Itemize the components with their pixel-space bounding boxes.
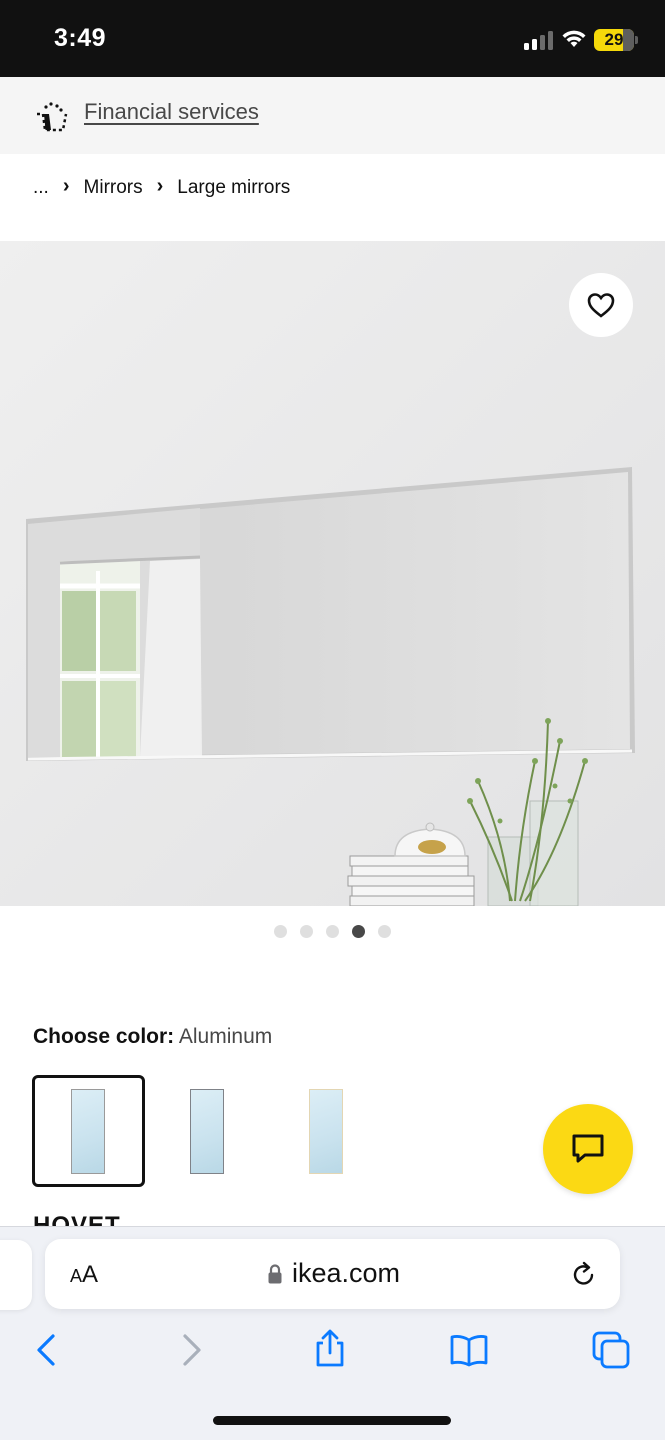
chat-button[interactable] xyxy=(543,1104,633,1194)
url-text[interactable]: ikea.com xyxy=(292,1258,400,1289)
carousel-dot[interactable] xyxy=(300,925,313,938)
swatch-mirror-image xyxy=(190,1089,224,1174)
status-time: 3:49 xyxy=(54,24,107,52)
carousel-dot[interactable] xyxy=(274,925,287,938)
wifi-icon xyxy=(562,30,586,47)
chevron-right-icon: › xyxy=(62,175,70,197)
breadcrumb-ellipsis[interactable]: ... xyxy=(33,177,49,199)
lock-icon xyxy=(268,1264,282,1284)
swatch-mirror-image xyxy=(309,1089,343,1174)
text-size-large: A xyxy=(82,1261,99,1288)
color-swatches xyxy=(32,1075,389,1187)
bookmarks-icon[interactable] xyxy=(449,1330,489,1370)
back-icon[interactable] xyxy=(28,1330,68,1370)
carousel-dot[interactable] xyxy=(378,925,391,938)
battery-level: 29 xyxy=(604,30,624,49)
product-image[interactable] xyxy=(0,241,665,906)
swatch-aluminum[interactable] xyxy=(32,1075,145,1187)
share-icon[interactable] xyxy=(310,1328,350,1368)
previous-tab-preview[interactable] xyxy=(0,1240,32,1310)
choose-color-label: Choose color: Aluminum xyxy=(33,1025,272,1049)
choose-color-title: Choose color: xyxy=(33,1025,175,1048)
tabs-icon[interactable] xyxy=(591,1330,631,1370)
heart-outline-icon xyxy=(587,293,615,318)
financial-services-link[interactable]: Financial services xyxy=(84,99,259,125)
mirror-photo xyxy=(0,241,665,906)
swatch-dark[interactable] xyxy=(151,1075,264,1187)
chevron-right-icon: › xyxy=(156,175,164,197)
carousel-dot[interactable] xyxy=(326,925,339,938)
basket-dotted-icon xyxy=(37,102,68,132)
forward-icon[interactable] xyxy=(170,1330,210,1370)
carousel-dots xyxy=(274,925,391,938)
cellular-signal-icon xyxy=(524,30,554,50)
reload-icon[interactable] xyxy=(569,1260,599,1290)
selected-color-value: Aluminum xyxy=(178,1025,273,1048)
breadcrumb: ... › Mirrors › Large mirrors xyxy=(33,175,290,199)
breadcrumb-large-mirrors[interactable]: Large mirrors xyxy=(177,177,290,199)
status-bar: 3:49 29 xyxy=(0,0,665,77)
breadcrumb-mirrors[interactable]: Mirrors xyxy=(84,177,143,199)
battery-icon: 29 xyxy=(594,29,638,51)
carousel-dot-active[interactable] xyxy=(352,925,365,938)
swatch-light[interactable] xyxy=(270,1075,383,1187)
product-name-heading: HOVET xyxy=(33,1212,121,1226)
swatch-mirror-image xyxy=(71,1089,105,1174)
chat-bubble-icon xyxy=(572,1134,604,1163)
favorite-button[interactable] xyxy=(569,273,633,337)
text-size-small: A xyxy=(70,1266,83,1286)
text-size-button[interactable]: AA xyxy=(70,1261,98,1289)
home-indicator xyxy=(213,1416,451,1425)
